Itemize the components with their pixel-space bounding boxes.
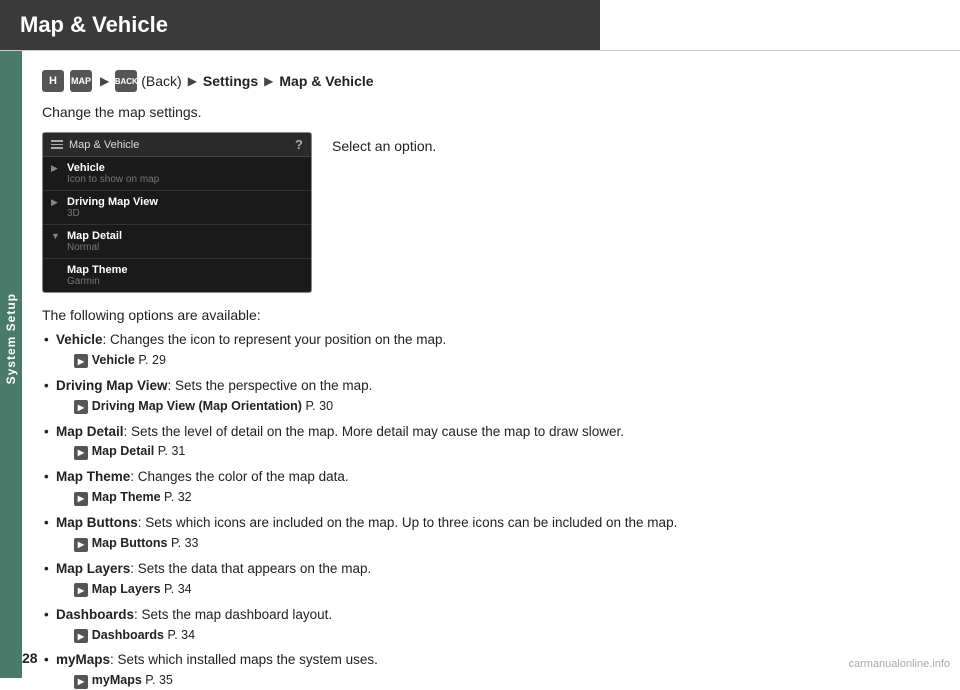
screen-question-mark: ? <box>295 137 303 152</box>
select-option-text: Select an option. <box>332 132 436 154</box>
screen-item-maptheme[interactable]: Map Theme Garmin <box>43 259 311 292</box>
option-name-mymaps: myMaps <box>56 652 110 667</box>
ref-page-vehicle: P. 29 <box>138 353 166 367</box>
ref-text-maplayers: Map Layers <box>92 582 164 596</box>
ref-page-maptheme: P. 32 <box>164 490 192 504</box>
breadcrumb-arrow-1: ▶ <box>100 74 109 88</box>
list-item-vehicle: Vehicle: Changes the icon to represent y… <box>42 331 930 370</box>
ref-icon-vehicle: ▶ <box>74 354 88 368</box>
ref-page-maplayers: P. 34 <box>164 582 192 596</box>
side-tab-label: System Setup <box>4 293 18 384</box>
ref-text-maptheme: Map Theme <box>92 490 164 504</box>
watermark: carmanualonline.info <box>848 658 950 670</box>
ref-text-dashboards: Dashboards <box>92 628 168 642</box>
ref-icon-mapdetail: ▶ <box>74 446 88 460</box>
ref-text-mapdetail: Map Detail <box>92 444 158 458</box>
option-name-mapbuttons: Map Buttons <box>56 515 138 530</box>
option-desc-maplayers: : Sets the data that appears on the map. <box>130 561 371 576</box>
ref-icon-mymaps: ▶ <box>74 675 88 689</box>
ref-text-mymaps: myMaps <box>92 673 146 687</box>
screen-panel: Map & Vehicle ? Vehicle Icon to show on … <box>42 132 312 293</box>
option-desc-dashboards: : Sets the map dashboard layout. <box>134 607 332 622</box>
screen-item-mapdetail-title: Map Detail <box>67 230 301 242</box>
list-item-mapbuttons: Map Buttons: Sets which icons are includ… <box>42 514 930 553</box>
screen-item-driving[interactable]: Driving Map View 3D <box>43 191 311 225</box>
ref-icon-mapbuttons: ▶ <box>74 538 88 552</box>
ref-text-driving: Driving Map View (Map Orientation) <box>92 399 306 413</box>
option-name-mapdetail: Map Detail <box>56 424 124 439</box>
screen-item-mapdetail-sub: Normal <box>67 242 301 253</box>
page-title: Map & Vehicle <box>20 12 168 38</box>
screen-item-vehicle-title: Vehicle <box>67 162 301 174</box>
breadcrumb-arrow-2: ▶ <box>188 74 197 88</box>
hamburger-icon <box>51 140 63 149</box>
option-desc-mapdetail: : Sets the level of detail on the map. M… <box>124 424 625 439</box>
screen-header-left: Map & Vehicle <box>51 139 139 151</box>
ref-line-mymaps: ▶ myMaps P. 35 <box>56 671 930 690</box>
screen-item-driving-title: Driving Map View <box>67 196 301 208</box>
screen-item-maptheme-title: Map Theme <box>67 264 301 276</box>
option-name-driving: Driving Map View <box>56 378 168 393</box>
content-row: Map & Vehicle ? Vehicle Icon to show on … <box>42 132 930 293</box>
ref-line-driving: ▶ Driving Map View (Map Orientation) P. … <box>56 397 930 416</box>
settings-label: Settings <box>203 73 258 89</box>
ref-page-mapdetail: P. 31 <box>158 444 186 458</box>
list-item-mapdetail: Map Detail: Sets the level of detail on … <box>42 423 930 462</box>
list-item-dashboards: Dashboards: Sets the map dashboard layou… <box>42 606 930 645</box>
ref-line-maplayers: ▶ Map Layers P. 34 <box>56 580 930 599</box>
back-label: (Back) <box>141 73 181 89</box>
screen-header-title: Map & Vehicle <box>69 139 139 151</box>
options-list: Vehicle: Changes the icon to represent y… <box>42 331 930 690</box>
ref-line-mapbuttons: ▶ Map Buttons P. 33 <box>56 534 930 553</box>
ref-icon-maplayers: ▶ <box>74 583 88 597</box>
ref-line-maptheme: ▶ Map Theme P. 32 <box>56 488 930 507</box>
list-item-driving: Driving Map View: Sets the perspective o… <box>42 377 930 416</box>
option-name-maptheme: Map Theme <box>56 469 130 484</box>
current-page-label: Map & Vehicle <box>279 73 373 89</box>
options-section: The following options are available: Veh… <box>42 307 930 690</box>
option-name-maplayers: Map Layers <box>56 561 130 576</box>
side-tab: System Setup <box>0 0 22 678</box>
header-bar: Map & Vehicle <box>0 0 600 50</box>
screen-item-mapdetail[interactable]: Map Detail Normal <box>43 225 311 259</box>
ref-line-vehicle: ▶ Vehicle P. 29 <box>56 351 930 370</box>
description-text: Change the map settings. <box>42 104 930 120</box>
option-desc-maptheme: : Changes the color of the map data. <box>130 469 348 484</box>
screen-items: Vehicle Icon to show on map Driving Map … <box>43 157 311 292</box>
page-number: 28 <box>22 650 38 666</box>
back-icon: BACK <box>115 70 137 92</box>
screen-item-vehicle[interactable]: Vehicle Icon to show on map <box>43 157 311 191</box>
options-intro: The following options are available: <box>42 307 930 323</box>
main-content: H MAP ▶ BACK (Back) ▶ Settings ▶ Map & V… <box>22 50 960 678</box>
option-desc-driving: : Sets the perspective on the map. <box>168 378 373 393</box>
breadcrumb: H MAP ▶ BACK (Back) ▶ Settings ▶ Map & V… <box>42 70 930 92</box>
ref-text-mapbuttons: Map Buttons <box>92 536 171 550</box>
screen-item-maptheme-sub: Garmin <box>67 276 301 287</box>
option-desc-vehicle: : Changes the icon to represent your pos… <box>103 332 447 347</box>
screen-item-driving-sub: 3D <box>67 208 301 219</box>
home-icon: H <box>42 70 64 92</box>
ref-icon-driving: ▶ <box>74 400 88 414</box>
list-item-maplayers: Map Layers: Sets the data that appears o… <box>42 560 930 599</box>
ref-text-vehicle: Vehicle <box>92 353 139 367</box>
ref-page-mymaps: P. 35 <box>145 673 173 687</box>
option-name-dashboards: Dashboards <box>56 607 134 622</box>
list-item-maptheme: Map Theme: Changes the color of the map … <box>42 468 930 507</box>
ref-page-driving: P. 30 <box>305 399 333 413</box>
ref-line-mapdetail: ▶ Map Detail P. 31 <box>56 442 930 461</box>
option-desc-mapbuttons: : Sets which icons are included on the m… <box>138 515 678 530</box>
ref-line-dashboards: ▶ Dashboards P. 34 <box>56 626 930 645</box>
ref-icon-dashboards: ▶ <box>74 629 88 643</box>
screen-header: Map & Vehicle ? <box>43 133 311 157</box>
option-desc-mymaps: : Sets which installed maps the system u… <box>110 652 378 667</box>
ref-page-dashboards: P. 34 <box>167 628 195 642</box>
option-name-vehicle: Vehicle <box>56 332 103 347</box>
ref-page-mapbuttons: P. 33 <box>171 536 199 550</box>
map-icon: MAP <box>70 70 92 92</box>
ref-icon-maptheme: ▶ <box>74 492 88 506</box>
breadcrumb-arrow-3: ▶ <box>264 74 273 88</box>
list-item-mymaps: myMaps: Sets which installed maps the sy… <box>42 651 930 690</box>
screen-item-vehicle-sub: Icon to show on map <box>67 174 301 185</box>
